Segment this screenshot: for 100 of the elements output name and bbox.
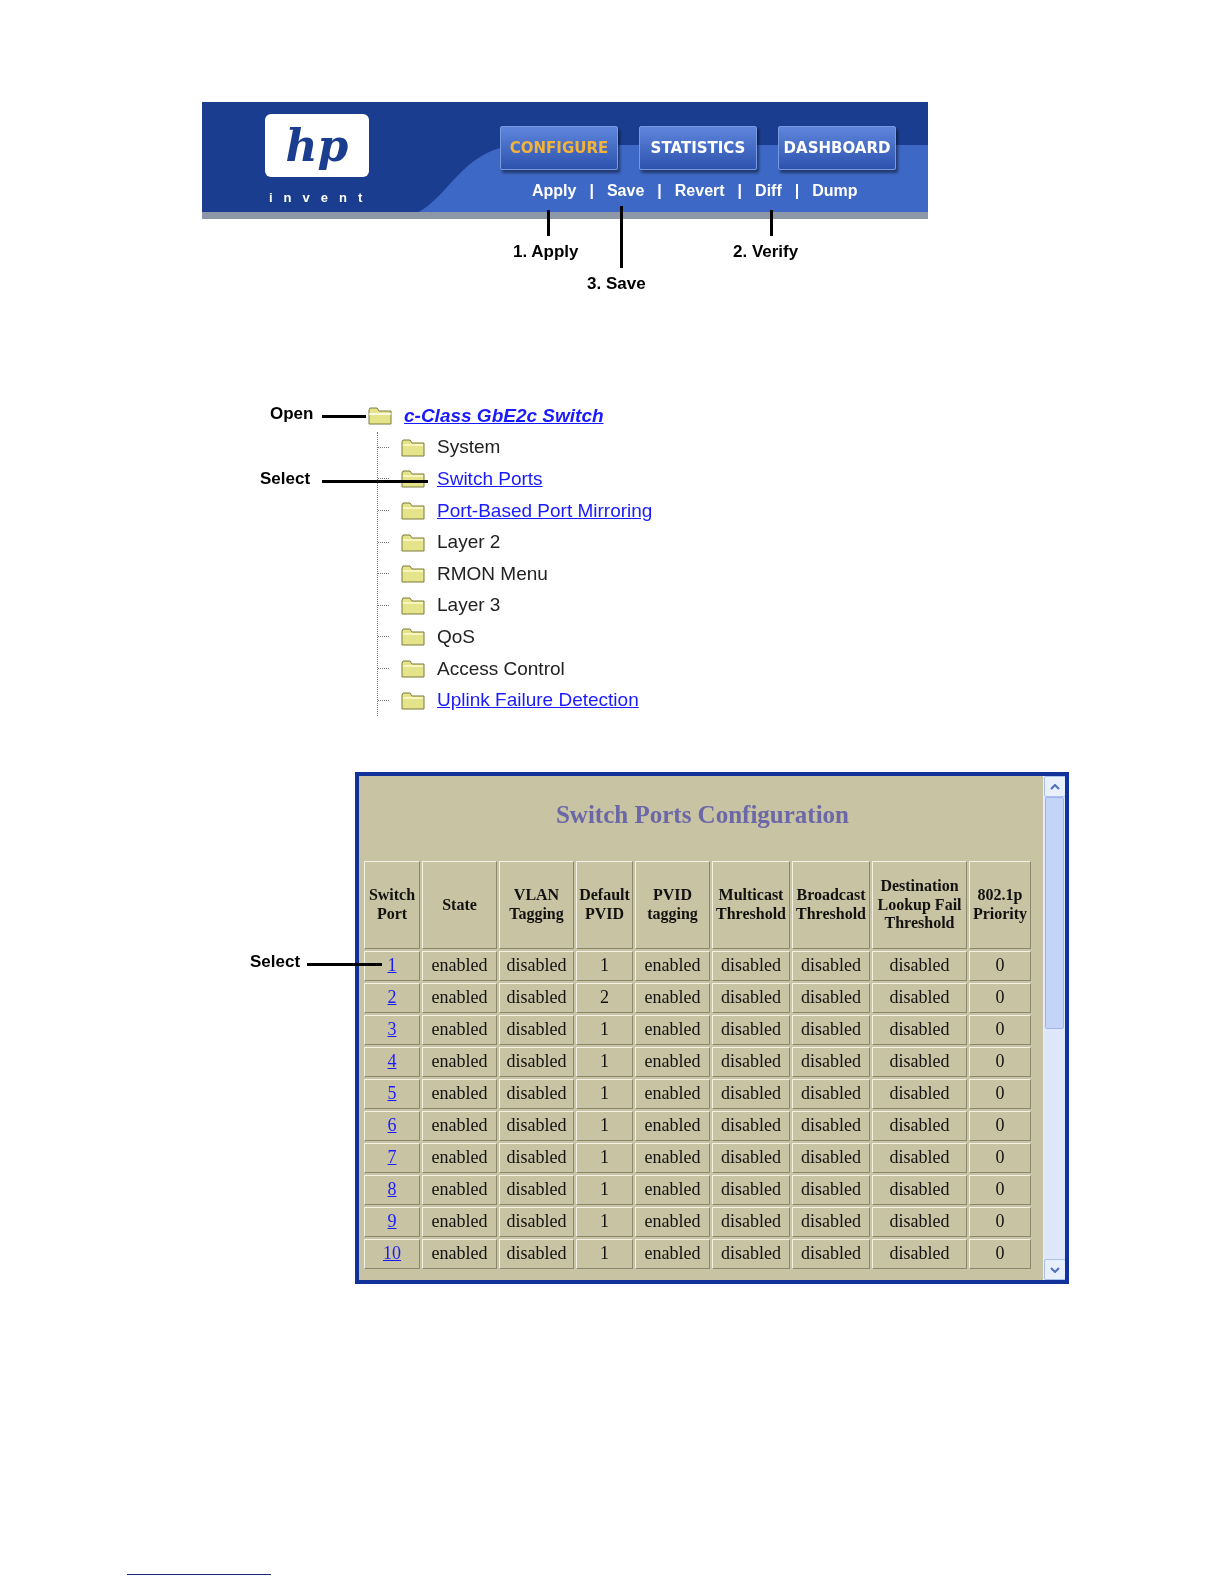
table-cell: enabled	[422, 1079, 497, 1109]
folder-icon	[401, 690, 425, 710]
nav-tab[interactable]: CONFIGURE	[500, 126, 618, 170]
tree-link[interactable]: Port-Based Port Mirroring	[437, 499, 653, 522]
callout-label: 3. Save	[587, 274, 646, 294]
table-cell: enabled	[635, 1047, 710, 1077]
table-cell: 0	[969, 1175, 1031, 1205]
scroll-down-button[interactable]	[1044, 1259, 1065, 1280]
toolbar-link[interactable]: Save	[606, 182, 645, 200]
table-cell: disabled	[792, 1047, 870, 1077]
logo-text: hp	[285, 123, 349, 168]
table-cell: disabled	[872, 1047, 967, 1077]
port-link[interactable]: 7	[387, 1147, 397, 1168]
toolbar-link[interactable]: Apply	[532, 182, 577, 200]
table-cell: disabled	[712, 1015, 790, 1045]
column-header: Default PVID	[576, 861, 633, 949]
port-link[interactable]: 5	[387, 1083, 397, 1104]
table-cell: 1	[576, 951, 633, 981]
tree-link[interactable]: Switch Ports	[437, 468, 543, 490]
folder-icon	[401, 595, 425, 615]
table-cell: enabled	[422, 1143, 497, 1173]
table-cell: 0	[969, 1207, 1031, 1237]
table-cell: disabled	[499, 983, 574, 1013]
column-header: PVID tagging	[635, 861, 710, 949]
table-cell: disabled	[499, 1143, 574, 1173]
port-link[interactable]: 6	[387, 1115, 397, 1136]
table-cell: 0	[969, 1239, 1031, 1269]
port-link[interactable]: 8	[387, 1179, 397, 1200]
table-cell: 1	[576, 1079, 633, 1109]
port-link[interactable]: 3	[387, 1019, 397, 1040]
table-cell: disabled	[712, 1239, 790, 1269]
tree-item[interactable]: System	[437, 436, 501, 459]
table-cell: 0	[969, 1143, 1031, 1173]
tree-item[interactable]: Access Control	[437, 657, 565, 680]
table-cell: disabled	[499, 1015, 574, 1045]
table-cell: 0	[969, 1047, 1031, 1077]
port-link[interactable]: 1	[387, 955, 397, 976]
folder-icon	[401, 437, 425, 457]
table-cell: disabled	[872, 983, 967, 1013]
scrollbar-thumb[interactable]	[1045, 797, 1064, 1029]
table-cell: enabled	[422, 1239, 497, 1269]
tree-link[interactable]: c-Class GbE2c Switch	[404, 404, 604, 427]
table-cell: 0	[969, 1015, 1031, 1045]
table-cell: 1	[576, 1175, 633, 1205]
column-header: Broadcast Threshold	[792, 861, 870, 949]
table-cell: disabled	[499, 1239, 574, 1269]
table-cell: enabled	[635, 1239, 710, 1269]
folder-icon	[401, 627, 425, 647]
nav-tab[interactable]: DASHBOARD	[778, 126, 896, 170]
nav-tab[interactable]: STATISTICS	[639, 126, 757, 170]
table-cell: 0	[969, 983, 1031, 1013]
scroll-up-button[interactable]	[1044, 776, 1065, 797]
leader-line	[770, 210, 773, 236]
column-header: VLAN Tagging	[499, 861, 574, 949]
table-cell: 0	[969, 1079, 1031, 1109]
table-cell: enabled	[422, 983, 497, 1013]
table-cell: disabled	[499, 1207, 574, 1237]
toolbar-link[interactable]: Revert	[674, 182, 725, 200]
table-cell: 1	[576, 1239, 633, 1269]
tree-item[interactable]: QoS	[437, 625, 476, 648]
table-cell: enabled	[635, 1207, 710, 1237]
table-cell: 1	[576, 1143, 633, 1173]
table-cell: disabled	[499, 951, 574, 981]
table-cell: enabled	[635, 951, 710, 981]
table-cell: enabled	[422, 1175, 497, 1205]
toolbar-link[interactable]: Diff	[755, 182, 782, 200]
callout-label: Select	[260, 469, 311, 490]
callout-label: Select	[250, 952, 301, 972]
scrollbar[interactable]	[1043, 776, 1065, 1280]
port-link[interactable]: 9	[387, 1211, 397, 1232]
table-cell: enabled	[422, 1207, 497, 1237]
table-cell: disabled	[712, 1047, 790, 1077]
table-cell: disabled	[712, 1079, 790, 1109]
tree-item[interactable]: Layer 2	[437, 531, 501, 554]
folder-icon	[401, 659, 425, 679]
table-cell: 2	[576, 983, 633, 1013]
table-cell: disabled	[792, 1175, 870, 1205]
table-cell: disabled	[872, 1207, 967, 1237]
table-cell: disabled	[792, 1111, 870, 1141]
leader-line	[620, 206, 623, 268]
table-cell: 1	[576, 1047, 633, 1077]
port-link[interactable]: 4	[387, 1051, 397, 1072]
table-cell: disabled	[792, 1239, 870, 1269]
table-cell: disabled	[499, 1047, 574, 1077]
port-link[interactable]: 2	[387, 987, 397, 1008]
toolbar-link[interactable]: Dump	[812, 182, 858, 200]
table-cell: disabled	[499, 1175, 574, 1205]
table-cell: disabled	[499, 1111, 574, 1141]
table-cell: disabled	[792, 1079, 870, 1109]
tree-item[interactable]: Layer 3	[437, 594, 501, 617]
table-cell: disabled	[792, 1143, 870, 1173]
tree-link[interactable]: Uplink Failure Detection	[437, 689, 639, 712]
table-cell: disabled	[712, 983, 790, 1013]
table-cell: enabled	[422, 951, 497, 981]
table-cell: enabled	[635, 1015, 710, 1045]
leader-line	[547, 210, 550, 236]
tree-item[interactable]: RMON Menu	[437, 562, 548, 585]
table-cell: disabled	[499, 1079, 574, 1109]
table-cell: enabled	[635, 1175, 710, 1205]
callout-label: 1. Apply	[513, 242, 579, 262]
